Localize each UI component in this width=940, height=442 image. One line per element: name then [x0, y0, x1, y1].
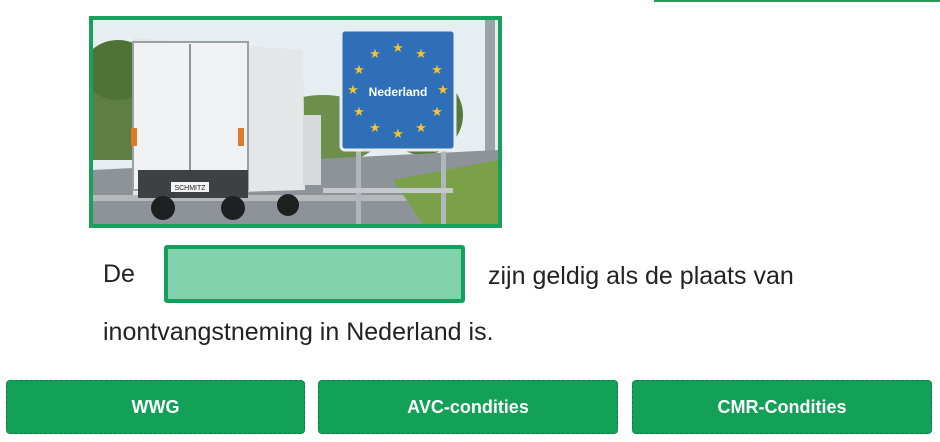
- svg-text:★: ★: [392, 41, 404, 56]
- svg-text:★: ★: [431, 105, 443, 120]
- svg-text:★: ★: [369, 121, 381, 136]
- svg-text:★: ★: [353, 105, 365, 120]
- svg-text:★: ★: [431, 63, 443, 78]
- choice-label: CMR-Condities: [717, 396, 847, 417]
- choice-label: AVC-condities: [407, 396, 529, 417]
- svg-text:★: ★: [437, 83, 449, 98]
- question-text-line2: inontvangstneming in Nederland is.: [103, 318, 494, 346]
- svg-text:★: ★: [369, 47, 381, 62]
- question-text-start: De: [103, 260, 135, 288]
- svg-text:★: ★: [392, 127, 404, 142]
- choice-wwg-button[interactable]: WWG: [6, 380, 305, 434]
- svg-text:★: ★: [415, 47, 427, 62]
- choice-avc-condities-button[interactable]: AVC-condities: [318, 380, 618, 434]
- sign-text: Nederland: [369, 85, 428, 99]
- top-divider: [654, 0, 940, 2]
- answer-dropzone[interactable]: [164, 245, 465, 303]
- svg-text:★: ★: [353, 63, 365, 78]
- svg-text:★: ★: [347, 83, 359, 98]
- svg-text:★: ★: [415, 121, 427, 136]
- choice-label: WWG: [131, 396, 180, 417]
- question-image: SCHMITZ Nederland ★ ★ ★ ★ ★ ★ ★ ★ ★ ★ ★ …: [89, 16, 502, 228]
- question-text-continued: zijn geldig als de plaats van: [488, 262, 794, 290]
- truck-plate: SCHMITZ: [174, 185, 206, 192]
- choice-cmr-condities-button[interactable]: CMR-Condities: [632, 380, 932, 434]
